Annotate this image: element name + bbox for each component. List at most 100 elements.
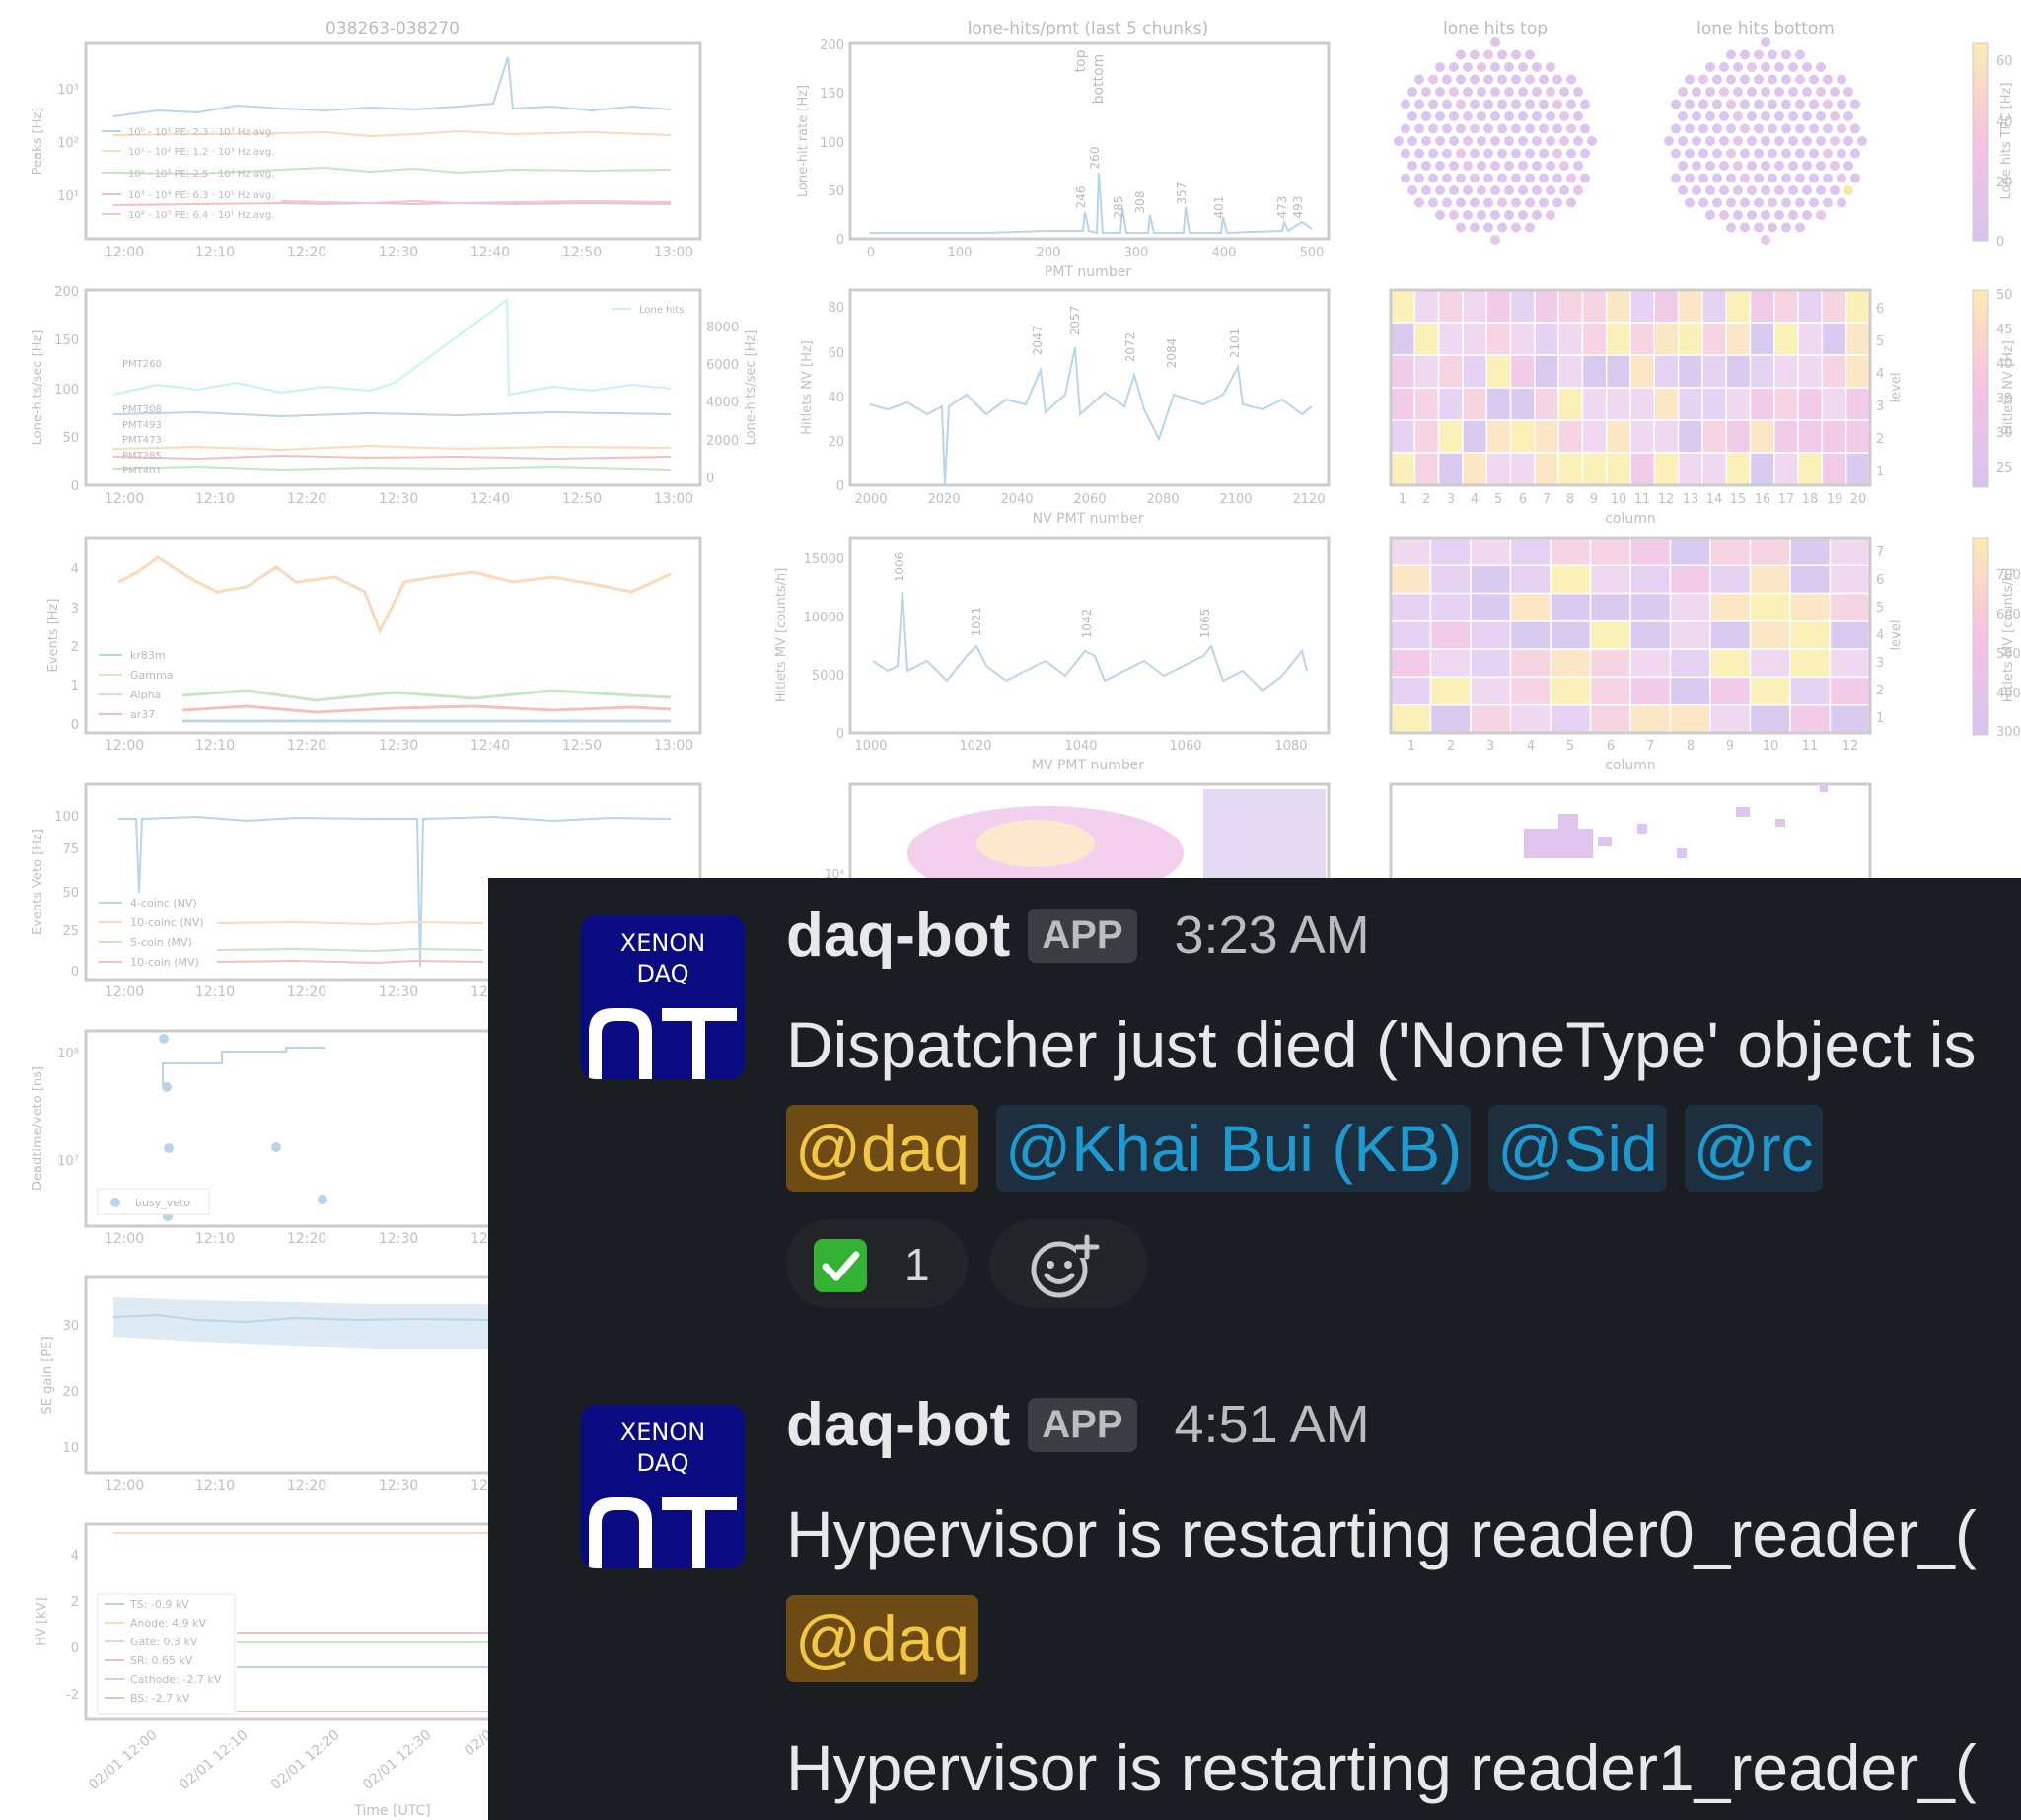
heatmap-cell bbox=[1701, 322, 1727, 356]
heatmap-cell bbox=[1677, 452, 1703, 486]
timestamp[interactable]: 4:51 AM bbox=[1175, 1394, 1370, 1455]
peaks-xticks: 12:00 12:10 12:20 12:30 12:40 12:50 13:0… bbox=[105, 245, 693, 260]
ytick: 200 bbox=[54, 285, 79, 300]
mv-grid-heatmap bbox=[1390, 537, 1871, 734]
pmt-marker bbox=[1781, 148, 1791, 159]
pmt-marker bbox=[1837, 173, 1846, 183]
pmt-marker bbox=[1435, 185, 1445, 195]
pmt-marker bbox=[1546, 111, 1555, 121]
scatter-point bbox=[1524, 829, 1593, 858]
pmt-marker bbox=[1698, 197, 1708, 208]
mention-daq[interactable]: @daq bbox=[786, 1105, 979, 1192]
ytick: 3 bbox=[71, 602, 79, 617]
avatar-line1: XENON bbox=[619, 1419, 706, 1446]
heatmap-cell bbox=[1821, 387, 1847, 421]
heatmap-cell bbox=[1509, 452, 1536, 486]
ytick: 75 bbox=[62, 842, 79, 857]
mention-sid[interactable]: @Sid bbox=[1488, 1105, 1667, 1192]
heatmap-cell bbox=[1509, 620, 1552, 650]
ytick: 60 bbox=[828, 346, 844, 361]
mv-pmt-xticks: 1000 1020 1040 1060 1080 bbox=[854, 739, 1307, 754]
veto-series-nv10 bbox=[216, 920, 484, 926]
heatmap-cell bbox=[1589, 703, 1631, 734]
xtick: 15 bbox=[1730, 492, 1747, 507]
xtick: 3 bbox=[1447, 492, 1455, 507]
pmt-marker bbox=[1809, 173, 1819, 183]
legend-label: Lone hits bbox=[639, 305, 684, 316]
username[interactable]: daq-bot bbox=[786, 901, 1010, 971]
add-reaction-button[interactable] bbox=[989, 1219, 1147, 1308]
pmt-marker bbox=[1747, 185, 1757, 195]
heatmap-cell bbox=[1390, 354, 1416, 389]
heatmap-cell bbox=[1749, 620, 1791, 650]
reaction-check[interactable]: 1 bbox=[786, 1219, 968, 1308]
heatmap-cell bbox=[1429, 620, 1472, 650]
mention-daq[interactable]: @daq bbox=[786, 1595, 979, 1682]
heatmap-cell bbox=[1829, 537, 1871, 567]
pmt-marker bbox=[1705, 111, 1715, 121]
heatmap-cell bbox=[1390, 452, 1416, 486]
pmt-marker bbox=[1740, 148, 1750, 159]
timestamp[interactable]: 3:23 AM bbox=[1175, 905, 1370, 966]
pmt-marker bbox=[1504, 111, 1514, 121]
ytick: 1 bbox=[71, 679, 79, 693]
pmt-marker bbox=[1580, 123, 1590, 134]
xtick: 2000 bbox=[854, 492, 887, 507]
heatmap-cell bbox=[1589, 537, 1631, 567]
heatmap-cell bbox=[1789, 537, 1832, 567]
heatmap-cell bbox=[1390, 620, 1432, 650]
pmt-marker bbox=[1719, 210, 1729, 220]
pmt-marker bbox=[1837, 74, 1846, 85]
heatmap-cell bbox=[1797, 452, 1824, 486]
heatmap-cell bbox=[1550, 620, 1592, 650]
bot-avatar[interactable]: XENON DAQ bbox=[581, 1405, 745, 1568]
pmt-marker bbox=[1698, 148, 1708, 159]
pmt-marker bbox=[1442, 74, 1452, 85]
pmt-marker bbox=[1532, 185, 1542, 195]
hv-xlabel: Time [UTC] bbox=[353, 1803, 430, 1819]
xtick: 1080 bbox=[1274, 739, 1307, 754]
nv-pmt-xticks: 2000 2020 2040 2060 2080 2100 2120 bbox=[854, 492, 1325, 507]
mention-rc[interactable]: @rc bbox=[1684, 1105, 1823, 1192]
pmt-marker bbox=[1414, 123, 1424, 134]
pmt-marker bbox=[1754, 123, 1764, 134]
legend-label: PMT493 bbox=[122, 420, 162, 431]
heatmap-cell bbox=[1390, 676, 1432, 706]
pmt-marker bbox=[1754, 148, 1764, 159]
ytick: 1 bbox=[1876, 711, 1884, 726]
pmt-marker bbox=[1414, 173, 1424, 183]
pmt-marker bbox=[1518, 136, 1528, 146]
bot-avatar[interactable]: XENON DAQ bbox=[581, 915, 745, 1079]
mention-khai-bui[interactable]: @Khai Bui (KB) bbox=[996, 1105, 1472, 1192]
pmt-marker bbox=[1837, 197, 1846, 208]
pmt-marker bbox=[1497, 148, 1507, 159]
heatmap-cell bbox=[1509, 648, 1552, 679]
pmt-marker bbox=[1414, 99, 1424, 109]
heatmap-cell bbox=[1413, 289, 1440, 324]
deadtime-yticks: 10⁸ 10⁷ bbox=[57, 1047, 79, 1169]
pmt-marker bbox=[1788, 161, 1798, 171]
pmt-marker bbox=[1525, 123, 1535, 134]
heatmap-cell bbox=[1550, 676, 1592, 706]
username[interactable]: daq-bot bbox=[786, 1390, 1010, 1460]
heatmap-cell bbox=[1669, 703, 1711, 734]
pmt-marker bbox=[1497, 197, 1507, 208]
xtick: 12:20 bbox=[287, 1231, 326, 1247]
heatmap-cell bbox=[1589, 592, 1631, 622]
heatmap-cell bbox=[1709, 676, 1752, 706]
pmt-marker bbox=[1705, 62, 1715, 72]
pmt-marker bbox=[1546, 87, 1555, 97]
pmt-marker bbox=[1795, 197, 1805, 208]
heatmap-cell bbox=[1605, 354, 1631, 389]
app-badge: APP bbox=[1028, 908, 1137, 963]
pmt-marker bbox=[1483, 49, 1493, 60]
xtick: 9 bbox=[1726, 739, 1734, 754]
heatmap-cell bbox=[1701, 419, 1727, 454]
pmt-marker bbox=[1823, 123, 1833, 134]
xtick: 6 bbox=[1519, 492, 1527, 507]
pmt-marker bbox=[1809, 148, 1819, 159]
pmt-marker bbox=[1559, 161, 1569, 171]
pmt-marker bbox=[1726, 173, 1736, 183]
legend-label: PMT285 bbox=[122, 451, 162, 462]
heatmap-cell bbox=[1749, 648, 1791, 679]
